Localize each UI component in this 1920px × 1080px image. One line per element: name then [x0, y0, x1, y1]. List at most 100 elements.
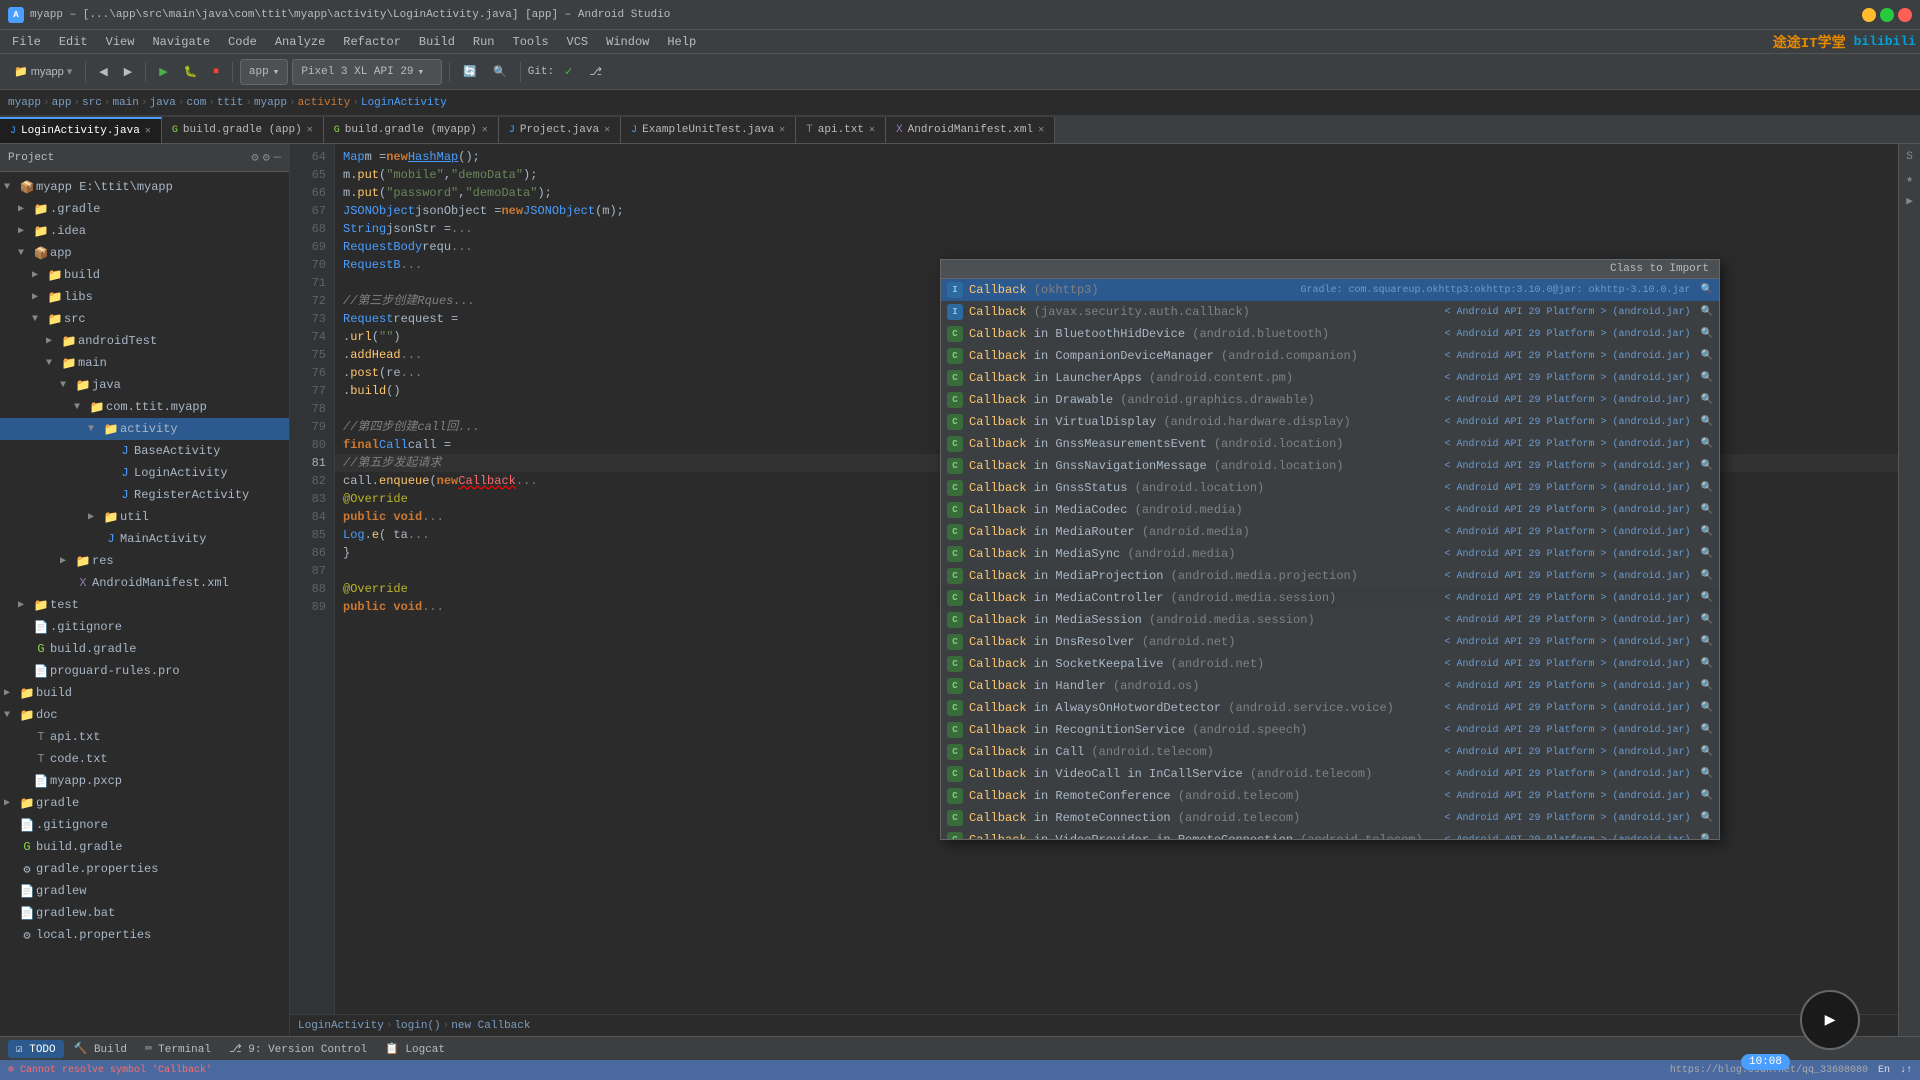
tab-androidmanifest[interactable]: X AndroidManifest.xml ✕ — [886, 117, 1055, 143]
tree-item-test[interactable]: ▶ 📁 test — [0, 594, 289, 616]
bottom-tab-build[interactable]: 🔨 Build — [66, 1040, 135, 1058]
toolbar-stop[interactable]: ⏹ — [207, 59, 225, 85]
project-button[interactable]: 📁 myapp ▾ — [8, 59, 78, 85]
close-button[interactable] — [1898, 8, 1912, 22]
tree-item-gradlew[interactable]: 📄 gradlew — [0, 880, 289, 902]
right-tool-favorites[interactable]: ★ — [1901, 170, 1919, 188]
bc-bottom-callback[interactable]: new Callback — [451, 1020, 530, 1032]
menu-code[interactable]: Code — [220, 33, 265, 51]
tree-item-idea[interactable]: ▶ 📁 .idea — [0, 220, 289, 242]
bc-main[interactable]: main — [112, 97, 138, 109]
bc-app[interactable]: app — [52, 97, 72, 109]
tab-close-loginactivity[interactable]: ✕ — [145, 125, 151, 137]
tree-item-java[interactable]: ▼ 📁 java — [0, 374, 289, 396]
bottom-tab-logcat[interactable]: 📋 Logcat — [377, 1040, 453, 1058]
tree-item-res[interactable]: ▶ 📁 res — [0, 550, 289, 572]
autocomplete-list[interactable]: I Callback (okhttp3) Gradle: com.squareu… — [941, 279, 1719, 839]
tree-item-proguard[interactable]: 📄 proguard-rules.pro — [0, 660, 289, 682]
tab-build-gradle-app[interactable]: G build.gradle (app) ✕ — [162, 117, 324, 143]
ac-item-callback-launcherapps[interactable]: C Callback in LauncherApps (android.cont… — [941, 367, 1719, 389]
device-dropdown[interactable]: Pixel 3 XL API 29 ▾ — [292, 59, 442, 85]
code-scroll[interactable]: 64 65 66 67 68 69 70 71 72 73 74 75 76 7… — [290, 144, 1898, 1014]
bc-com[interactable]: com — [187, 97, 207, 109]
bottom-tab-versioncontrol[interactable]: ⎇ 9: Version Control — [221, 1040, 375, 1058]
tree-item-util[interactable]: ▶ 📁 util — [0, 506, 289, 528]
float-video-button[interactable]: ▶ — [1800, 990, 1860, 1050]
menu-help[interactable]: Help — [659, 33, 704, 51]
ac-item-callback-virtualdisplay[interactable]: C Callback in VirtualDisplay (android.ha… — [941, 411, 1719, 433]
ac-item-callback-mediaprojection[interactable]: C Callback in MediaProjection (android.m… — [941, 565, 1719, 587]
menu-view[interactable]: View — [98, 33, 143, 51]
tree-item-gradle-prop[interactable]: ⚙ gradle.properties — [0, 858, 289, 880]
tab-close-2[interactable]: ✕ — [482, 124, 488, 136]
bc-bottom-loginactivity[interactable]: LoginActivity — [298, 1020, 384, 1032]
tab-close-1[interactable]: ✕ — [307, 124, 313, 136]
menu-edit[interactable]: Edit — [51, 33, 96, 51]
bc-loginactivity[interactable]: LoginActivity — [361, 97, 447, 109]
ac-item-callback-bluetooth[interactable]: C Callback in BluetoothHidDevice (androi… — [941, 323, 1719, 345]
tree-item-gradle[interactable]: ▶ 📁 .gradle — [0, 198, 289, 220]
tree-item-gitignore-app[interactable]: 📄 .gitignore — [0, 616, 289, 638]
ac-item-callback-companion[interactable]: C Callback in CompanionDeviceManager (an… — [941, 345, 1719, 367]
ac-item-callback-remoteconnection[interactable]: C Callback in RemoteConnection (android.… — [941, 807, 1719, 829]
toolbar-run[interactable]: ▶ — [153, 59, 173, 85]
menu-build[interactable]: Build — [411, 33, 463, 51]
sync-icon[interactable]: ⚙ — [251, 150, 258, 165]
tree-item-main[interactable]: ▼ 📁 main — [0, 352, 289, 374]
tab-example-unit-test[interactable]: J ExampleUnitTest.java ✕ — [621, 117, 796, 143]
toolbar-debug[interactable]: 🐛 — [178, 59, 204, 85]
ac-item-callback-gnssn[interactable]: C Callback in GnssNavigationMessage (and… — [941, 455, 1719, 477]
ac-item-callback-mediasync[interactable]: C Callback in MediaSync (android.media) … — [941, 543, 1719, 565]
tree-item-mainactivity[interactable]: J MainActivity — [0, 528, 289, 550]
tree-item-doc[interactable]: ▼ 📁 doc — [0, 704, 289, 726]
tree-item-src[interactable]: ▼ 📁 src — [0, 308, 289, 330]
tree-item-build-gradle[interactable]: G build.gradle — [0, 638, 289, 660]
tab-api-txt[interactable]: T api.txt ✕ — [796, 117, 886, 143]
tree-item-libs[interactable]: ▶ 📁 libs — [0, 286, 289, 308]
bc-myapp[interactable]: myapp — [8, 97, 41, 109]
bc-myapp2[interactable]: myapp — [254, 97, 287, 109]
ac-item-callback-mediasession[interactable]: C Callback in MediaSession (android.medi… — [941, 609, 1719, 631]
bc-java[interactable]: java — [149, 97, 175, 109]
bc-activity[interactable]: activity — [298, 97, 351, 109]
minimize-button[interactable] — [1862, 8, 1876, 22]
app-module-dropdown[interactable]: app ▾ — [240, 59, 288, 85]
tree-item-api-txt[interactable]: T api.txt — [0, 726, 289, 748]
tab-project-java[interactable]: J Project.java ✕ — [499, 117, 621, 143]
ac-item-callback-gnsss[interactable]: C Callback in GnssStatus (android.locati… — [941, 477, 1719, 499]
ac-item-callback-mediacodec[interactable]: C Callback in MediaCodec (android.media)… — [941, 499, 1719, 521]
bc-ttit[interactable]: ttit — [217, 97, 243, 109]
git-branch[interactable]: ⎇ — [583, 59, 608, 85]
tree-item-androidtest[interactable]: ▶ 📁 androidTest — [0, 330, 289, 352]
menu-file[interactable]: File — [4, 33, 49, 51]
tab-close-5[interactable]: ✕ — [869, 124, 875, 136]
tree-item-loginactivity[interactable]: J LoginActivity — [0, 462, 289, 484]
ac-item-callback-socketkeepalive[interactable]: C Callback in SocketKeepalive (android.n… — [941, 653, 1719, 675]
right-tool-structure[interactable]: S — [1901, 148, 1919, 166]
tab-close-4[interactable]: ✕ — [779, 124, 785, 136]
bc-src[interactable]: src — [82, 97, 102, 109]
tree-item-manifest[interactable]: X AndroidManifest.xml — [0, 572, 289, 594]
bottom-tab-todo[interactable]: ☑ TODO — [8, 1040, 64, 1058]
menu-refactor[interactable]: Refactor — [335, 33, 409, 51]
bottom-tab-terminal[interactable]: ⌨ Terminal — [137, 1040, 219, 1058]
tree-item-com-ttit-myapp[interactable]: ▼ 📁 com.ttit.myapp — [0, 396, 289, 418]
tree-item-gradlew-bat[interactable]: 📄 gradlew.bat — [0, 902, 289, 924]
ac-item-callback-okhttp3[interactable]: I Callback (okhttp3) Gradle: com.squareu… — [941, 279, 1719, 301]
toolbar-back[interactable]: ◀ — [93, 59, 113, 85]
ac-item-callback-alwayson[interactable]: C Callback in AlwaysOnHotwordDetector (a… — [941, 697, 1719, 719]
tree-item-code-txt[interactable]: T code.txt — [0, 748, 289, 770]
tree-item-activity[interactable]: ▼ 📁 activity — [0, 418, 289, 440]
maximize-button[interactable] — [1880, 8, 1894, 22]
tree-item-myapp[interactable]: ▼ 📦 myapp E:\ttit\myapp — [0, 176, 289, 198]
tree-item-baseactivity[interactable]: J BaseActivity — [0, 440, 289, 462]
ac-item-callback-recognition[interactable]: C Callback in RecognitionService (androi… — [941, 719, 1719, 741]
ac-item-callback-videocall[interactable]: C Callback in VideoCall in InCallService… — [941, 763, 1719, 785]
toolbar-sync[interactable]: 🔄 — [457, 59, 483, 85]
menu-vcs[interactable]: VCS — [559, 33, 597, 51]
tree-item-build[interactable]: ▶ 📁 build — [0, 264, 289, 286]
ac-item-callback-call[interactable]: C Callback in Call (android.telecom) < A… — [941, 741, 1719, 763]
menu-run[interactable]: Run — [465, 33, 503, 51]
tab-close-6[interactable]: ✕ — [1038, 124, 1044, 136]
right-tool-run[interactable]: ▶ — [1901, 192, 1919, 210]
